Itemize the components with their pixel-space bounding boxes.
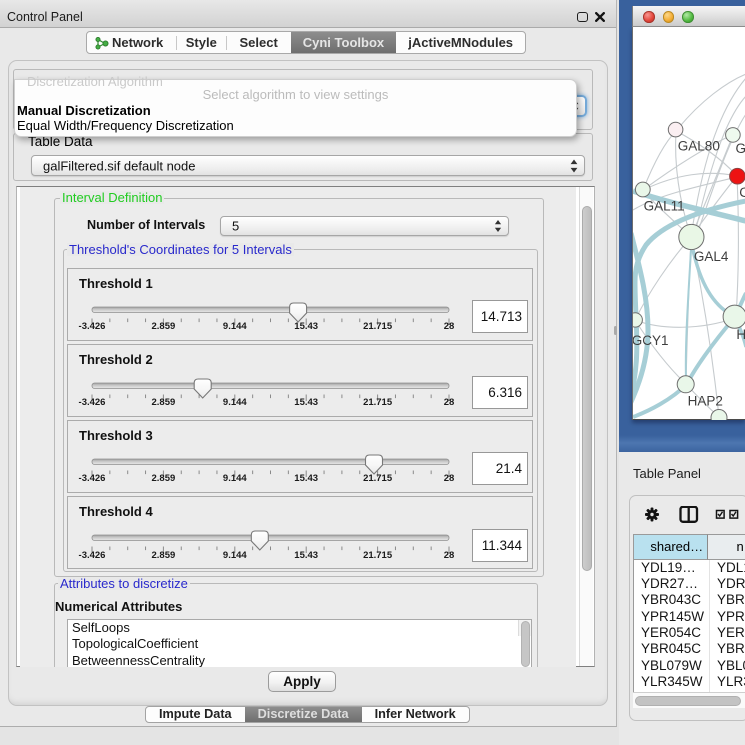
svg-text:GAL11: GAL11 xyxy=(644,199,685,214)
svg-text:GAL4: GAL4 xyxy=(694,249,729,264)
svg-text:CDC1: CDC1 xyxy=(739,185,745,200)
svg-text:GAL80: GAL80 xyxy=(678,139,720,154)
svg-text:HAP2: HAP2 xyxy=(688,394,723,409)
svg-text:GAL3: GAL3 xyxy=(736,141,745,156)
svg-text:HIS7: HIS7 xyxy=(736,327,745,342)
svg-text:GCY1: GCY1 xyxy=(633,333,669,348)
